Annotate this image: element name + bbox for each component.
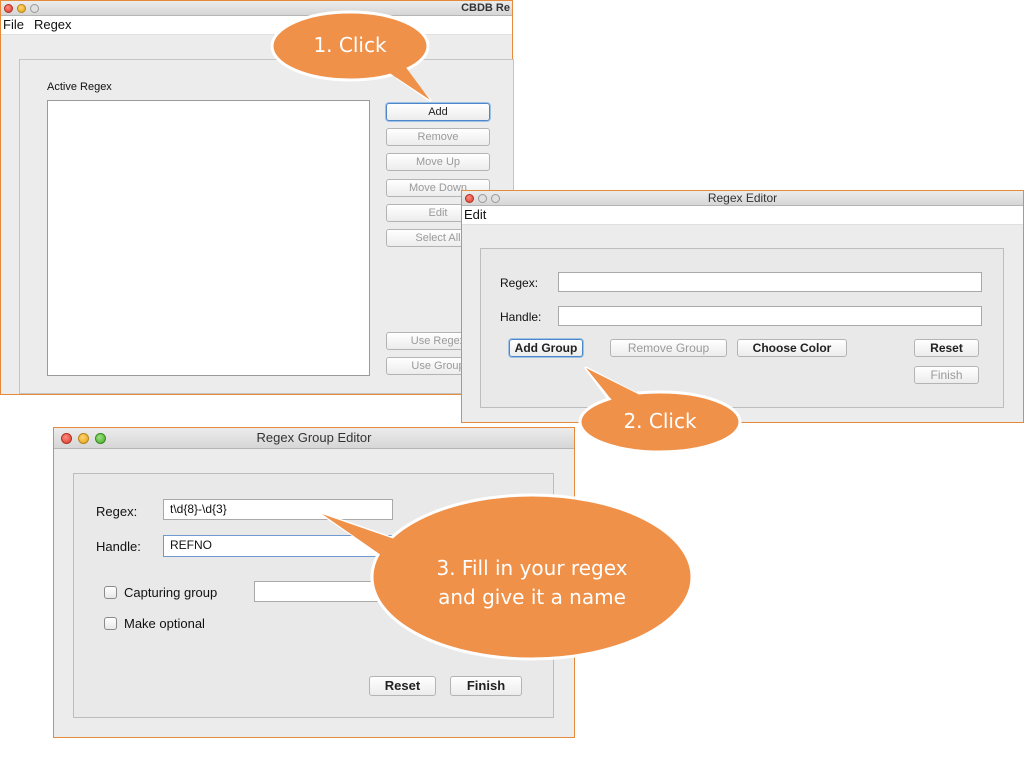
group-handle-input[interactable]: REFNO xyxy=(163,535,393,557)
move-up-button[interactable]: Move Up xyxy=(386,153,490,171)
main-window: CBDB Re File Regex Active Regex Add Remo… xyxy=(0,0,514,395)
regex-input[interactable] xyxy=(558,272,982,292)
close-icon[interactable] xyxy=(4,3,13,13)
zoom-icon[interactable] xyxy=(30,3,39,13)
finish-button[interactable]: Finish xyxy=(914,366,979,384)
choose-color-button[interactable]: Choose Color xyxy=(737,339,847,357)
add-group-button[interactable]: Add Group xyxy=(509,339,583,357)
window-title: Regex Group Editor xyxy=(256,430,372,445)
active-regex-label: Active Regex xyxy=(47,81,112,93)
callout-2-text: 2. Click xyxy=(623,409,697,433)
group-regex-input[interactable]: t\d{8}-\d{3} xyxy=(163,499,393,520)
minimize-icon[interactable] xyxy=(17,3,26,13)
regex-editor-titlebar: Regex Editor xyxy=(462,191,1023,206)
group-reset-button[interactable]: Reset xyxy=(369,676,436,696)
menu-regex[interactable]: Regex xyxy=(34,16,72,34)
menu-bar: Edit xyxy=(462,206,1023,225)
add-button[interactable]: Add xyxy=(386,103,490,121)
callout-3-line2: and give it a name xyxy=(438,585,626,609)
group-finish-button[interactable]: Finish xyxy=(450,676,522,696)
window-title: CBDB Re xyxy=(461,2,510,14)
menu-edit[interactable]: Edit xyxy=(464,206,486,224)
handle-input[interactable] xyxy=(558,306,982,326)
window-title: Regex Editor xyxy=(707,191,778,205)
make-optional-checkbox[interactable] xyxy=(104,617,117,630)
handle-label: Handle: xyxy=(500,310,542,324)
make-optional-label: Make optional xyxy=(124,616,205,631)
group-handle-label: Handle: xyxy=(96,539,141,554)
active-regex-list[interactable] xyxy=(47,100,370,376)
remove-button[interactable]: Remove xyxy=(386,128,490,146)
callout-3-line1: 3. Fill in your regex xyxy=(436,556,628,580)
reset-button[interactable]: Reset xyxy=(914,339,979,357)
regex-label: Regex: xyxy=(500,276,539,290)
window-controls xyxy=(4,1,39,15)
regex-editor-window: Regex Editor Edit Regex: Handle: Add Gro… xyxy=(461,190,1024,423)
group-editor-window: Regex Group Editor Regex: t\d{8}-\d{3} H… xyxy=(53,427,575,738)
menu-file[interactable]: File xyxy=(3,16,24,34)
capturing-group-label: Capturing group xyxy=(124,585,218,600)
remove-group-button[interactable]: Remove Group xyxy=(610,339,727,357)
menu-bar: File Regex xyxy=(1,16,512,35)
group-regex-label: Regex: xyxy=(96,504,138,519)
main-titlebar: CBDB Re xyxy=(1,1,512,16)
group-editor-titlebar: Regex Group Editor xyxy=(54,428,574,449)
callout-1-text: 1. Click xyxy=(313,33,387,57)
capturing-group-checkbox[interactable] xyxy=(104,586,117,599)
capturing-group-input[interactable] xyxy=(254,581,384,602)
